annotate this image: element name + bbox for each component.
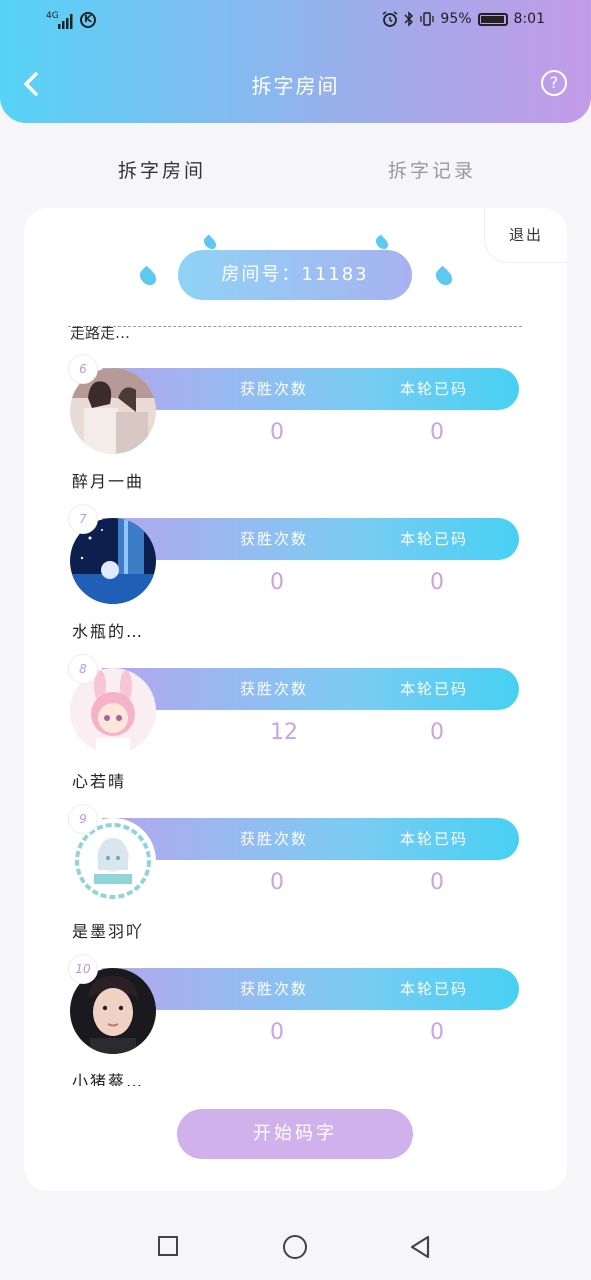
round-coded-label: 本轮已码 (400, 380, 469, 398)
player-name: 水瓶的… (72, 622, 145, 641)
player-name: 心若晴 (72, 772, 127, 791)
round-coded-label: 本轮已码 (400, 530, 469, 548)
rank-badge: 7 (68, 504, 98, 534)
coded-value: 0 (430, 720, 444, 745)
coded-value: 0 (430, 420, 444, 445)
round-coded-label: 本轮已码 (400, 830, 469, 848)
round-coded-label: 本轮已码 (400, 680, 469, 698)
wins-value: 12 (270, 720, 298, 745)
vibrate-icon (420, 12, 435, 26)
player-name: 小猪蔡… (72, 1072, 145, 1086)
rank-badge: 10 (68, 954, 98, 984)
coded-value: 0 (430, 570, 444, 595)
exit-button[interactable]: 退出 (484, 208, 567, 263)
tab-room[interactable]: 拆字房间 (118, 156, 206, 183)
wins-value: 0 (270, 420, 284, 445)
battery-icon (477, 12, 508, 26)
help-icon[interactable]: ? (541, 70, 567, 96)
wins-label: 获胜次数 (240, 980, 309, 998)
room-number-badge: 房间号：11183 (178, 250, 412, 300)
wins-value: 0 (270, 870, 284, 895)
app-header: 4G K 95% 8:01 拆字房间 ? (0, 0, 591, 123)
player-name: 是墨羽吖 (72, 922, 145, 941)
coded-value: 0 (430, 1020, 444, 1045)
droplet-icon (201, 234, 219, 252)
player-name-partial: 走路走… (70, 326, 131, 342)
wins-value: 0 (270, 1020, 284, 1045)
tab-record[interactable]: 拆字记录 (388, 156, 476, 183)
wins-label: 获胜次数 (240, 530, 309, 548)
player-row: 获胜次数 本轮已码 0 0 7 水瓶的… (24, 504, 567, 656)
rank-badge: 9 (68, 804, 98, 834)
status-bar: 4G K 95% 8:01 (0, 0, 591, 44)
player-row: 获胜次数 本轮已码 0 0 6 醉月一曲 (24, 354, 567, 506)
home-icon[interactable] (283, 1235, 307, 1259)
droplet-icon (373, 234, 391, 252)
player-list[interactable]: 走路走… 获胜次数 本轮已码 0 0 6 醉月一曲 获胜次数 本轮已码 0 0 … (24, 326, 567, 1086)
system-nav-bar (0, 1213, 591, 1280)
rank-badge: 8 (68, 654, 98, 684)
droplet-icon (136, 265, 160, 289)
divider (68, 326, 522, 327)
signal-icon (58, 14, 73, 29)
player-name: 醉月一曲 (72, 472, 145, 491)
clock: 8:01 (513, 11, 545, 27)
player-row: 获胜次数 本轮已码 0 0 9 是墨羽吖 (24, 804, 567, 956)
wins-label: 获胜次数 (240, 680, 309, 698)
coded-value: 0 (430, 870, 444, 895)
wins-value: 0 (270, 570, 284, 595)
droplet-icon (432, 265, 456, 289)
alarm-icon (383, 11, 398, 27)
wins-label: 获胜次数 (240, 830, 309, 848)
bluetooth-icon (404, 11, 414, 27)
start-typing-button[interactable]: 开始码字 (177, 1109, 413, 1159)
rank-badge: 6 (68, 354, 98, 384)
player-row: 获胜次数 本轮已码 0 0 10 小猪蔡… (24, 954, 567, 1086)
round-coded-label: 本轮已码 (400, 980, 469, 998)
signal-label: 4G (46, 11, 59, 21)
wins-label: 获胜次数 (240, 380, 309, 398)
status-right: 95% 8:01 (382, 11, 545, 27)
room-card: 退出 房间号：11183 走路走… 获胜次数 本轮已码 0 0 6 醉月一曲 获… (24, 208, 567, 1191)
player-row: 获胜次数 本轮已码 12 0 8 心若晴 (24, 654, 567, 806)
nav-back-icon[interactable] (408, 1234, 432, 1260)
page-title: 拆字房间 (251, 74, 340, 98)
recent-apps-icon[interactable] (158, 1236, 178, 1256)
k-app-icon: K (80, 12, 96, 28)
battery-percent: 95% (440, 11, 472, 27)
